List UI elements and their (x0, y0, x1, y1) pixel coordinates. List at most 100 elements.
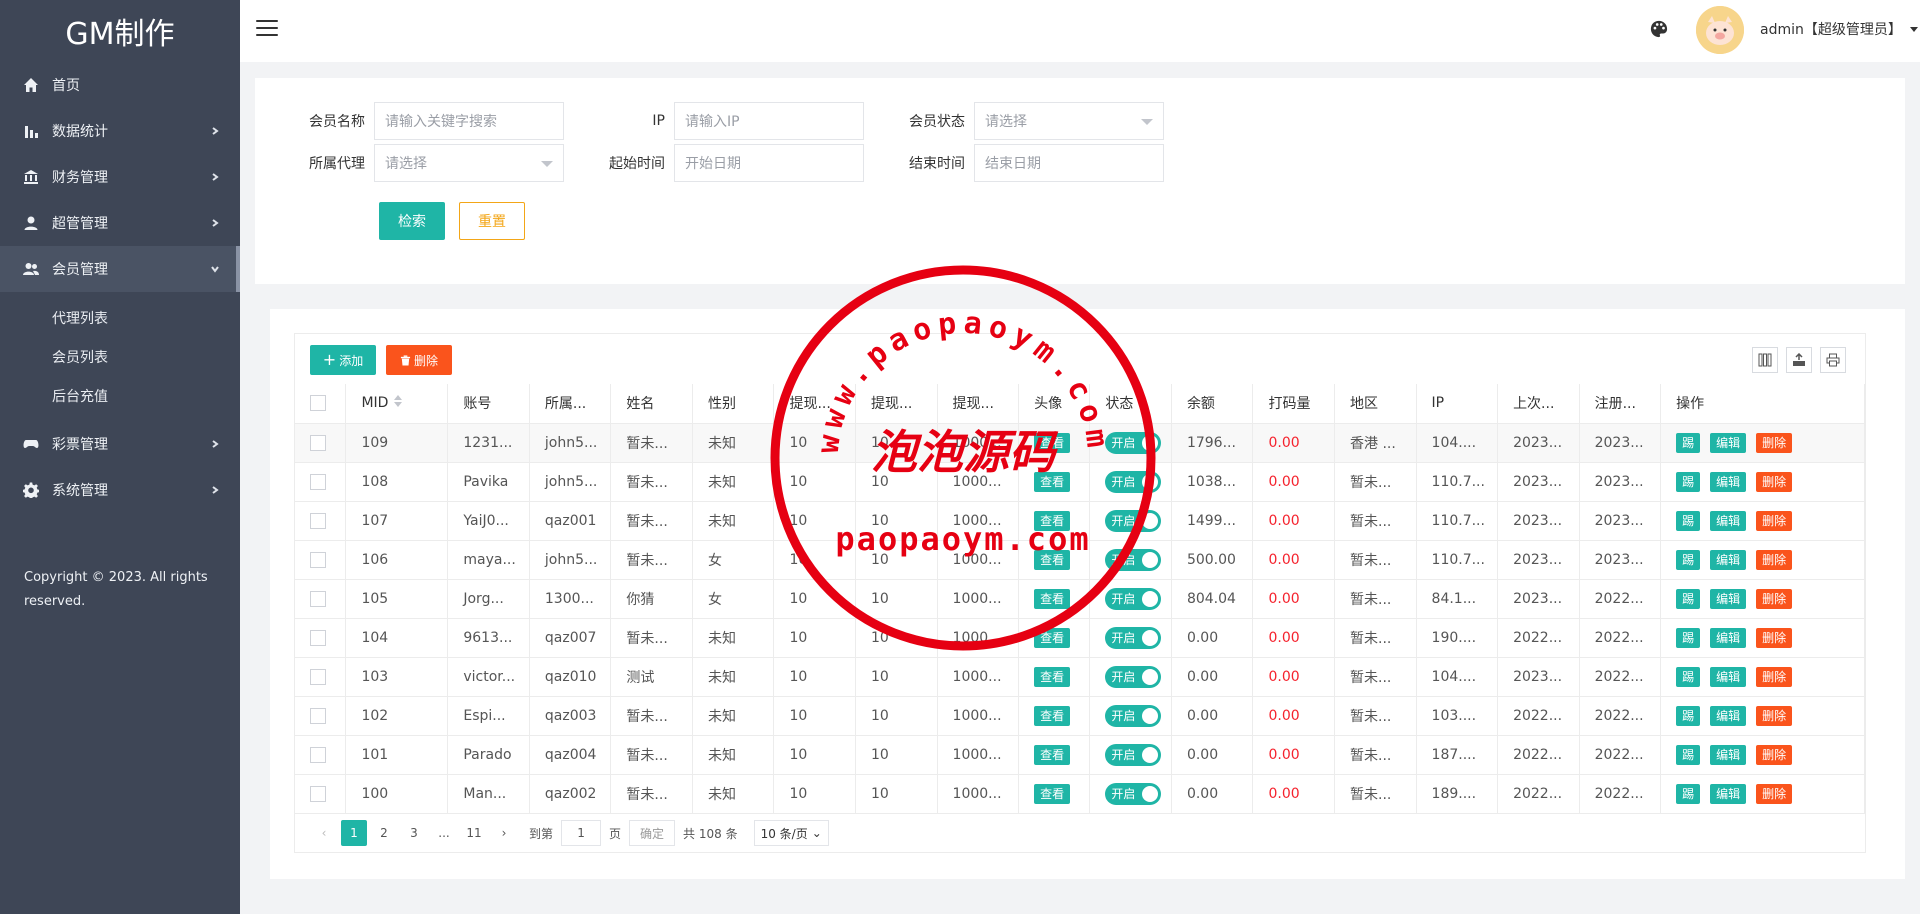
delete-button[interactable]: 删除 (1756, 666, 1793, 687)
member-name-input[interactable]: 请输入关键字搜索 (374, 102, 564, 140)
table-row[interactable]: 107 YaiJ0... qaz001 暂未... 未知 10 10 1000... 查看 开启 1… (295, 501, 1865, 541)
table-row[interactable]: 109 1231... john5... 暂未... 未知 10 10 1000... 查看 开启… (295, 423, 1865, 463)
end-date-input[interactable]: 结束日期 (974, 144, 1164, 182)
status-toggle[interactable]: 开启 (1105, 509, 1162, 532)
add-button[interactable]: + 添加 (310, 345, 376, 375)
kick-button[interactable]: 踢 (1676, 588, 1701, 609)
export-icon[interactable] (1786, 347, 1812, 373)
sidebar-item-stats[interactable]: 数据统计 (0, 108, 240, 154)
avatar[interactable] (1696, 6, 1744, 54)
palette-icon[interactable] (1650, 20, 1670, 40)
sidebar-item-superadmin[interactable]: 超管管理 (0, 200, 240, 246)
edit-button[interactable]: 编辑 (1710, 744, 1747, 765)
row-checkbox[interactable] (310, 785, 326, 802)
column-header-mid[interactable]: MID (345, 384, 449, 424)
submenu-item-recharge[interactable]: 后台充值 (0, 376, 240, 415)
delete-button[interactable]: 删除 (1756, 783, 1793, 804)
view-avatar-button[interactable]: 查看 (1034, 588, 1071, 609)
print-icon[interactable] (1820, 347, 1846, 373)
view-avatar-button[interactable]: 查看 (1034, 549, 1071, 570)
page-1[interactable]: 1 (341, 820, 367, 846)
edit-button[interactable]: 编辑 (1710, 783, 1747, 804)
status-toggle[interactable]: 开启 (1105, 704, 1162, 727)
status-toggle[interactable]: 开启 (1105, 665, 1162, 688)
status-toggle[interactable]: 开启 (1105, 470, 1162, 493)
sidebar-item-system[interactable]: 系统管理 (0, 467, 240, 513)
delete-button[interactable]: 删除 (1756, 510, 1793, 531)
agent-select[interactable]: 请选择 (374, 144, 564, 182)
table-row[interactable]: 101 Parado qaz004 暂未... 未知 10 10 1000... 查看 开启 0.0… (295, 735, 1865, 775)
table-row[interactable]: 105 Jorg... 1300... 你猜女 10 10 1000... 查看 开启 804.0… (295, 579, 1865, 619)
next-page-icon[interactable]: › (491, 820, 517, 846)
kick-button[interactable]: 踢 (1676, 549, 1701, 570)
status-select[interactable]: 请选择 (974, 102, 1164, 140)
submenu-item-members[interactable]: 会员列表 (0, 337, 240, 376)
delete-button[interactable]: 删除 (1756, 588, 1793, 609)
view-avatar-button[interactable]: 查看 (1034, 471, 1071, 492)
row-checkbox[interactable] (310, 707, 326, 724)
columns-filter-icon[interactable] (1752, 347, 1778, 373)
submenu-item-agents[interactable]: 代理列表 (0, 298, 240, 337)
sidebar-item-finance[interactable]: 财务管理 (0, 154, 240, 200)
select-all-checkbox[interactable] (310, 395, 326, 412)
view-avatar-button[interactable]: 查看 (1034, 744, 1071, 765)
status-toggle[interactable]: 开启 (1105, 587, 1162, 610)
status-toggle[interactable]: 开启 (1105, 743, 1162, 766)
view-avatar-button[interactable]: 查看 (1034, 432, 1071, 453)
delete-button[interactable]: 删除 (1756, 627, 1793, 648)
ip-input[interactable]: 请输入IP (674, 102, 864, 140)
row-checkbox[interactable] (310, 434, 326, 451)
status-toggle[interactable]: 开启 (1105, 782, 1162, 805)
menu-toggle-icon[interactable] (256, 20, 278, 38)
row-checkbox[interactable] (310, 590, 326, 607)
view-avatar-button[interactable]: 查看 (1034, 666, 1071, 687)
delete-button[interactable]: 删除 (1756, 744, 1793, 765)
page-3[interactable]: 3 (401, 820, 427, 846)
user-menu[interactable]: admin【超级管理员】 (1760, 19, 1918, 39)
table-row[interactable]: 102 Espi... qaz003 暂未... 未知 10 10 1000... 查看 开启 0.… (295, 696, 1865, 736)
edit-button[interactable]: 编辑 (1710, 471, 1747, 492)
page-size-select[interactable]: 10 条/页 ⌄ (753, 820, 829, 846)
row-checkbox[interactable] (310, 746, 326, 763)
delete-button[interactable]: 删除 (1756, 471, 1793, 492)
start-date-input[interactable]: 开始日期 (674, 144, 864, 182)
edit-button[interactable]: 编辑 (1710, 510, 1747, 531)
view-avatar-button[interactable]: 查看 (1034, 705, 1071, 726)
search-button[interactable]: 检索 (379, 202, 445, 240)
status-toggle[interactable]: 开启 (1105, 431, 1162, 454)
sidebar-item-home[interactable]: 首页 (0, 62, 240, 108)
edit-button[interactable]: 编辑 (1710, 432, 1747, 453)
page-11[interactable]: 11 (461, 820, 487, 846)
page-2[interactable]: 2 (371, 820, 397, 846)
edit-button[interactable]: 编辑 (1710, 705, 1747, 726)
row-checkbox[interactable] (310, 629, 326, 646)
delete-button[interactable]: 删除 (1756, 705, 1793, 726)
view-avatar-button[interactable]: 查看 (1034, 510, 1071, 531)
sidebar-item-lottery[interactable]: 彩票管理 (0, 421, 240, 467)
table-row[interactable]: 104 9613... qaz007 暂未... 未知 10 10 1000... 查看 开启 0.… (295, 618, 1865, 658)
reset-button[interactable]: 重置 (459, 202, 525, 240)
edit-button[interactable]: 编辑 (1710, 588, 1747, 609)
status-toggle[interactable]: 开启 (1105, 626, 1162, 649)
row-checkbox[interactable] (310, 473, 326, 490)
kick-button[interactable]: 踢 (1676, 627, 1701, 648)
row-checkbox[interactable] (310, 668, 326, 685)
kick-button[interactable]: 踢 (1676, 783, 1701, 804)
goto-confirm-button[interactable]: 确定 (629, 820, 676, 846)
kick-button[interactable]: 踢 (1676, 510, 1701, 531)
kick-button[interactable]: 踢 (1676, 666, 1701, 687)
kick-button[interactable]: 踢 (1676, 705, 1701, 726)
sidebar-item-members[interactable]: 会员管理 (0, 246, 240, 292)
delete-button[interactable]: 删除 (1756, 432, 1793, 453)
edit-button[interactable]: 编辑 (1710, 666, 1747, 687)
goto-page-input[interactable]: 1 (561, 820, 602, 846)
delete-button[interactable]: 删除 (1756, 549, 1793, 570)
kick-button[interactable]: 踢 (1676, 432, 1701, 453)
view-avatar-button[interactable]: 查看 (1034, 627, 1071, 648)
edit-button[interactable]: 编辑 (1710, 627, 1747, 648)
table-row[interactable]: 103 victor... qaz010 测试 未知 10 10 1000... 查看 开启 0.0… (295, 657, 1865, 697)
kick-button[interactable]: 踢 (1676, 471, 1701, 492)
row-checkbox[interactable] (310, 551, 326, 568)
table-row[interactable]: 100 Man... qaz002 暂未... 未知 10 10 1000... 查看 开启 0.0… (295, 774, 1865, 814)
kick-button[interactable]: 踢 (1676, 744, 1701, 765)
